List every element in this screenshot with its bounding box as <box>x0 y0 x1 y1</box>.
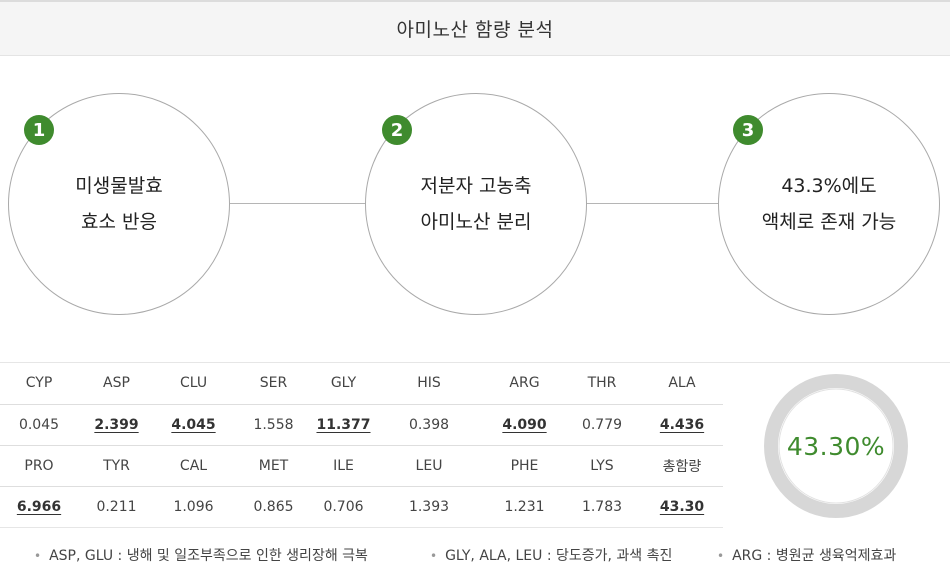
amino-acid-name: PRO <box>0 445 78 487</box>
footnote-3: • ARG : 병원균 생육억제효과 <box>717 545 896 565</box>
footnote-text: GLY, ALA, LEU : 당도증가, 과색 촉진 <box>445 548 673 564</box>
page-header: 아미노산 함량 분석 <box>0 0 950 56</box>
page-title: 아미노산 함량 분석 <box>396 19 554 41</box>
amino-acid-value: 0.865 <box>232 486 315 528</box>
step-3-line-2: 액체로 존재 가능 <box>761 211 897 233</box>
value-text: 1.096 <box>173 498 214 515</box>
step-connector <box>230 203 366 204</box>
step-connector <box>586 203 720 204</box>
amino-acid-name: ASP <box>78 363 155 405</box>
amino-acid-name: LEU <box>372 445 486 487</box>
amino-acid-name: ALA <box>641 363 723 405</box>
step-number-badge-3: 3 <box>733 115 763 145</box>
amino-acid-value: 0.706 <box>315 486 372 528</box>
bullet-icon: • <box>34 549 42 563</box>
amino-acid-name: PHE <box>486 445 563 487</box>
amino-acid-value: 4.090 <box>486 404 563 446</box>
amino-acid-name: THR <box>563 363 641 405</box>
amino-acid-value: 0.045 <box>0 404 78 446</box>
amino-acid-name: GLY <box>315 363 372 405</box>
amino-acid-value: 1.783 <box>563 486 641 528</box>
amino-acid-table: CYP ASP CLU SER GLY HIS ARG THR ALA 0.04… <box>0 363 723 528</box>
amino-acid-value: 1.558 <box>232 404 315 446</box>
total-content-value: 43.30 <box>641 486 723 528</box>
amino-acid-name: HIS <box>372 363 486 405</box>
amino-acid-value: 0.398 <box>372 404 486 446</box>
value-text: 0.706 <box>323 498 364 515</box>
footnote-1: • ASP, GLU : 냉해 및 일조부족으로 인한 생리장해 극복 <box>34 545 368 565</box>
value-text: 0.779 <box>581 416 623 433</box>
value-text: 0.045 <box>18 416 60 433</box>
total-percent-label: 43.30% <box>786 431 886 461</box>
step-2-line-1: 저분자 고농축 <box>420 175 532 197</box>
amino-acid-value: 1.231 <box>486 486 563 528</box>
value-text: 4.045 <box>171 416 216 433</box>
amino-acid-value: 0.211 <box>78 486 155 528</box>
amino-acid-name: ILE <box>315 445 372 487</box>
amino-acid-value: 0.779 <box>563 404 641 446</box>
value-text: 0.865 <box>253 498 294 515</box>
value-text: 1.231 <box>504 498 545 515</box>
value-text: 11.377 <box>316 416 371 433</box>
total-content-label: 총함량 <box>641 445 723 487</box>
step-number-badge-2: 2 <box>382 115 412 145</box>
value-text: 0.398 <box>408 416 450 433</box>
amino-acid-name: ARG <box>486 363 563 405</box>
amino-acid-name: CYP <box>0 363 78 405</box>
step-number-badge-1: 1 <box>24 115 54 145</box>
amino-acid-value: 4.436 <box>641 404 723 446</box>
footnote-2: • GLY, ALA, LEU : 당도증가, 과색 촉진 <box>430 545 672 565</box>
footnote-text: ARG : 병원균 생육억제효과 <box>732 548 897 564</box>
step-1-line-2: 효소 반응 <box>81 211 157 233</box>
amino-acid-value: 2.399 <box>78 404 155 446</box>
step-3-line-1: 43.3%에도 <box>781 175 877 197</box>
amino-acid-name: MET <box>232 445 315 487</box>
amino-acid-name: CAL <box>155 445 232 487</box>
value-text: 1.558 <box>253 416 294 433</box>
table-row: CYP ASP CLU SER GLY HIS ARG THR ALA <box>0 363 723 405</box>
bullet-icon: • <box>717 549 725 563</box>
amino-acid-name: SER <box>232 363 315 405</box>
amino-acid-value: 1.393 <box>372 486 486 528</box>
table-row: PRO TYR CAL MET ILE LEU PHE LYS 총함량 <box>0 445 723 487</box>
value-text: 1.783 <box>581 498 623 515</box>
value-text: 2.399 <box>94 416 139 433</box>
value-text: 4.436 <box>659 416 705 433</box>
amino-acid-value: 4.045 <box>155 404 232 446</box>
amino-acid-name: TYR <box>78 445 155 487</box>
amino-acid-value: 6.966 <box>0 486 78 528</box>
value-text: 1.393 <box>408 498 450 515</box>
table-row: 0.045 2.399 4.045 1.558 11.377 0.398 4.0… <box>0 404 723 446</box>
amino-acid-name: LYS <box>563 445 641 487</box>
amino-acid-name: CLU <box>155 363 232 405</box>
value-text: 6.966 <box>16 498 62 515</box>
value-text: 4.090 <box>502 416 547 433</box>
amino-acid-value: 1.096 <box>155 486 232 528</box>
amino-acid-value: 11.377 <box>315 404 372 446</box>
bullet-icon: • <box>430 549 438 563</box>
value-text: 43.30 <box>659 498 705 515</box>
step-1-line-1: 미생물발효 <box>75 175 163 197</box>
step-2-line-2: 아미노산 분리 <box>420 211 532 233</box>
footnote-text: ASP, GLU : 냉해 및 일조부족으로 인한 생리장해 극복 <box>49 548 368 564</box>
table-row: 6.966 0.211 1.096 0.865 0.706 1.393 1.23… <box>0 486 723 528</box>
value-text: 0.211 <box>96 498 137 515</box>
